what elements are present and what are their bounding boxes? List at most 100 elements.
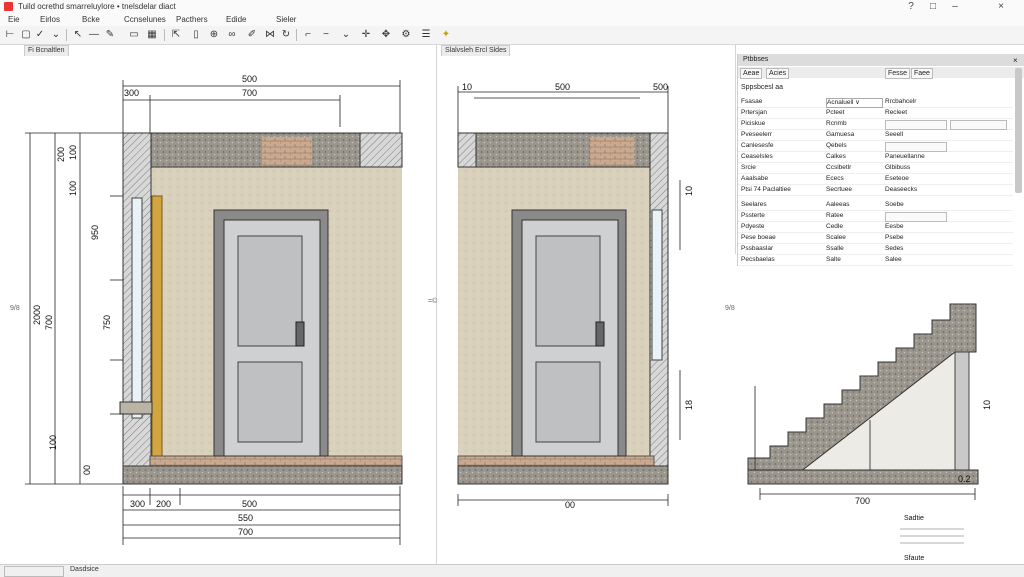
value-field[interactable] <box>885 212 947 222</box>
tab-props-1[interactable]: Aeae <box>740 68 763 79</box>
dim-label: 100 <box>48 435 58 450</box>
properties-scrollbar[interactable] <box>1015 68 1022 193</box>
window-sill <box>119 401 153 415</box>
dim-label: 18 <box>684 400 694 410</box>
foundation <box>122 465 403 485</box>
toolbar-separator <box>296 29 297 41</box>
check-icon[interactable]: ✓ <box>34 28 46 41</box>
minus-icon[interactable]: − <box>320 28 332 41</box>
status-text: Dasdsice <box>70 566 99 573</box>
new-file-icon[interactable]: ▢ <box>20 28 32 41</box>
section-drawing-2 <box>457 86 681 506</box>
menu-edit[interactable]: Eirlos <box>40 15 60 24</box>
tab-left-view[interactable]: Fi Bcnaltlen <box>24 45 69 56</box>
dim-label: 700 <box>855 496 870 506</box>
window-title: Tuild ocrethd smarreluylore • tnelsdelar… <box>18 2 176 11</box>
property-row[interactable]: Pecsbaelas Salte Salee <box>738 255 1013 266</box>
property-row[interactable]: Pdyeste Cedle Eesbe <box>738 222 1013 233</box>
layers-icon[interactable]: ☰ <box>420 28 432 41</box>
menu-format[interactable]: Pacthers <box>176 15 208 24</box>
title-bar: Tuild ocrethd smarreluylore • tnelsdelar… <box>0 0 1024 14</box>
link-icon[interactable]: ∞ <box>226 28 238 41</box>
value-field[interactable] <box>885 142 947 152</box>
minimize-button[interactable]: – <box>944 0 966 14</box>
snap-icon[interactable]: ⊕ <box>208 28 220 41</box>
property-row[interactable]: Piciskue Rcnmb <box>738 119 1013 130</box>
grid-icon[interactable]: ▦ <box>146 28 158 41</box>
pan-icon[interactable]: ✥ <box>380 28 392 41</box>
property-row[interactable]: Ptsi 74 Paclaltiee Secrtuee Deaseecks <box>738 185 1013 196</box>
node-icon[interactable]: ⋈ <box>264 28 276 41</box>
property-row[interactable]: Srcie Ccslbetlr Glbibuss <box>738 163 1013 174</box>
pointer-icon[interactable]: ⊢ <box>4 28 16 41</box>
dim-label: 700 <box>44 315 54 330</box>
dim-label: 0.2 <box>958 474 971 484</box>
ceiling-hatch <box>457 132 477 168</box>
help-button[interactable]: ? <box>900 0 922 14</box>
restore-button[interactable]: □ <box>922 0 944 14</box>
tab-props-2[interactable]: Acies <box>766 68 790 79</box>
dim-label: 10 <box>982 400 992 410</box>
pen-icon[interactable]: ✎ <box>104 28 116 41</box>
chevron-down-icon[interactable]: ⌄ <box>340 28 352 41</box>
menu-window[interactable]: Sieler <box>276 15 296 24</box>
menu-file[interactable]: Eie <box>8 15 20 24</box>
dim-label: 10 <box>684 186 694 196</box>
dropdown-icon[interactable]: ⌄ <box>50 28 62 41</box>
status-cell <box>4 566 64 577</box>
bulb-icon[interactable]: ✦ <box>440 28 452 41</box>
cursor-icon[interactable]: ⇱ <box>170 28 182 41</box>
rectangle-icon[interactable]: ▭ <box>128 28 140 41</box>
property-row[interactable]: Pese boeae Scalee Psebe <box>738 233 1013 244</box>
close-button[interactable]: × <box>990 0 1012 14</box>
dim-label: 300 <box>130 499 145 509</box>
property-row[interactable]: Seelares Aaleeas Soebe <box>738 200 1013 211</box>
ceiling-hatch <box>359 132 403 168</box>
dim-label: 700 <box>238 527 253 537</box>
value-field[interactable] <box>950 120 1007 130</box>
toolbar-separator <box>66 29 67 41</box>
window-glass <box>131 197 143 419</box>
property-row[interactable]: Aaalsabe Ececs Eseteoe <box>738 174 1013 185</box>
dim-label: 950 <box>90 225 100 240</box>
dim-label: 100 <box>68 145 78 160</box>
dim-label: 750 <box>102 315 112 330</box>
property-row[interactable]: Pveseelerr Gamuesa Seeell <box>738 130 1013 141</box>
property-row[interactable]: Fsasae Acnaluell ∨ Rrcbahcelr <box>738 97 1013 108</box>
dim-label: 700 <box>242 88 257 98</box>
menu-insert[interactable]: Ccnselunes <box>124 15 166 24</box>
door-panel-lower <box>237 361 303 443</box>
tab-props-3[interactable]: Fesse <box>885 68 911 79</box>
note-lines <box>900 528 964 544</box>
pencil-icon[interactable]: ✐ <box>246 28 258 41</box>
stairs-icon[interactable]: ⌐ <box>302 28 314 41</box>
property-row[interactable]: Prtersjan Pcteet Recleet <box>738 108 1013 119</box>
status-bar: Dasdsice <box>0 564 1024 577</box>
dim-label: 100 <box>68 181 78 196</box>
menu-view[interactable]: Bcke <box>82 15 100 24</box>
foundation <box>457 465 669 485</box>
property-row[interactable]: Canlesesfe Qebels <box>738 141 1013 152</box>
tab-props-4[interactable]: Faee <box>911 68 933 79</box>
menu-tools[interactable]: Edide <box>226 15 246 24</box>
view-marker-right: 9/8 <box>725 305 735 312</box>
property-row[interactable]: Ceaselsles Calkes Paneuellanne <box>738 152 1013 163</box>
dim-label: 300 <box>124 88 139 98</box>
property-row[interactable]: Pssbaaslar Ssalle Sedes <box>738 244 1013 255</box>
door-icon[interactable]: ▯ <box>190 28 202 41</box>
ceiling-brick <box>590 137 634 165</box>
view-marker-middle: =© <box>428 298 438 305</box>
settings-icon[interactable]: ⚙ <box>400 28 412 41</box>
tab-middle-view[interactable]: Slalvsleh Ercl Sldes <box>441 45 511 56</box>
rotate-icon[interactable]: ↻ <box>280 28 292 41</box>
move-icon[interactable]: ↖ <box>72 28 84 41</box>
dim-label: 00 <box>82 465 92 475</box>
dim-label: 500 <box>242 499 257 509</box>
line-icon[interactable]: — <box>88 28 100 41</box>
crosshair-icon[interactable]: ✛ <box>360 28 372 41</box>
dim-label: 200 <box>156 499 171 509</box>
value-field[interactable] <box>885 120 947 130</box>
close-icon[interactable]: × <box>1013 56 1018 65</box>
ceiling-brick <box>262 137 312 165</box>
property-row[interactable]: Pssterte Ratee <box>738 211 1013 222</box>
